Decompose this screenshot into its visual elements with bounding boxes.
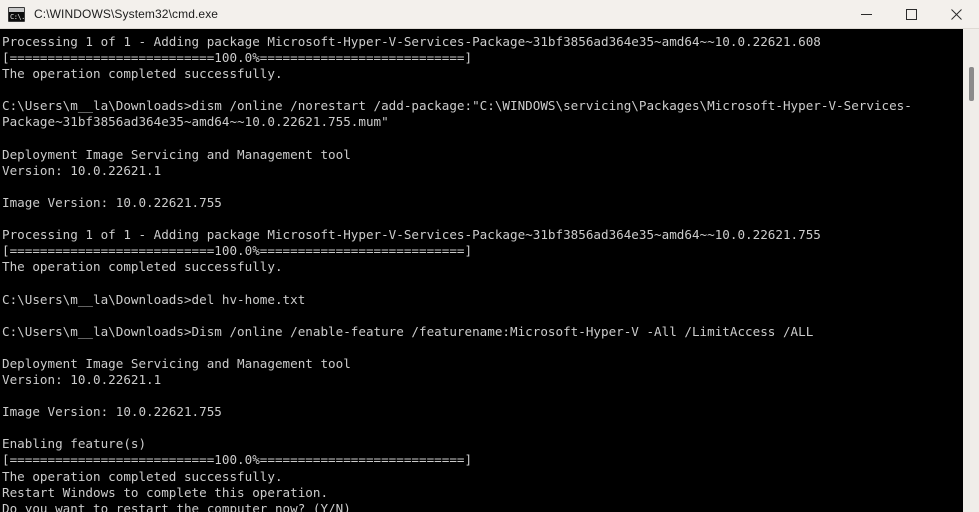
console-line: Enabling feature(s): [2, 436, 147, 452]
console-line: Version: 10.0.22621.1: [2, 371, 162, 387]
console-line: C:\Users\m__la\Downloads>dism /online /n…: [2, 98, 912, 114]
console-line: [===========================100.0%======…: [2, 452, 473, 468]
console-line: Restart Windows to complete this operati…: [2, 484, 329, 500]
console-output[interactable]: Processing 1 of 1 - Adding package Micro…: [0, 29, 962, 512]
cmd-icon: C:\.: [8, 6, 25, 22]
cmd-window: C:\. C:\WINDOWS\System32\cmd.exe Process…: [0, 0, 979, 512]
console-line: The operation completed successfully.: [2, 66, 283, 82]
console-line: [===========================100.0%======…: [2, 50, 473, 66]
maximize-icon: [906, 8, 917, 20]
console-line: [===========================100.0%======…: [2, 243, 473, 259]
cmd-icon-glyph: C:\.: [10, 12, 25, 21]
console-line: The operation completed successfully.: [2, 259, 283, 275]
title-bar[interactable]: C:\. C:\WINDOWS\System32\cmd.exe: [0, 0, 979, 29]
console-line: Package~31bf3856ad364e35~amd64~~10.0.226…: [2, 114, 389, 130]
close-icon: [951, 8, 962, 20]
console-area: Processing 1 of 1 - Adding package Micro…: [0, 29, 979, 512]
scrollbar-thumb[interactable]: [969, 67, 974, 101]
console-line: Image Version: 10.0.22621.755: [2, 404, 222, 420]
console-line: Processing 1 of 1 - Adding package Micro…: [2, 34, 821, 49]
window-title: C:\WINDOWS\System32\cmd.exe: [34, 7, 219, 21]
title-bar-left: C:\. C:\WINDOWS\System32\cmd.exe: [0, 6, 844, 22]
console-line: Deployment Image Servicing and Managemen…: [2, 355, 351, 371]
minimize-button[interactable]: [844, 0, 889, 28]
console-line: Processing 1 of 1 - Adding package Micro…: [2, 227, 821, 243]
maximize-button[interactable]: [889, 0, 934, 28]
console-line: Do you want to restart the computer now?…: [2, 500, 351, 512]
console-line: The operation completed successfully.: [2, 468, 283, 484]
close-button[interactable]: [934, 0, 979, 28]
vertical-scrollbar[interactable]: [962, 29, 979, 512]
window-controls: [844, 0, 979, 28]
console-line: C:\Users\m__la\Downloads>del hv-home.txt: [2, 291, 306, 307]
minimize-icon: [861, 13, 872, 15]
console-line: Image Version: 10.0.22621.755: [2, 194, 222, 210]
console-line: C:\Users\m__la\Downloads>Dism /online /e…: [2, 323, 814, 339]
console-line: Deployment Image Servicing and Managemen…: [2, 146, 351, 162]
console-line: Version: 10.0.22621.1: [2, 162, 162, 178]
